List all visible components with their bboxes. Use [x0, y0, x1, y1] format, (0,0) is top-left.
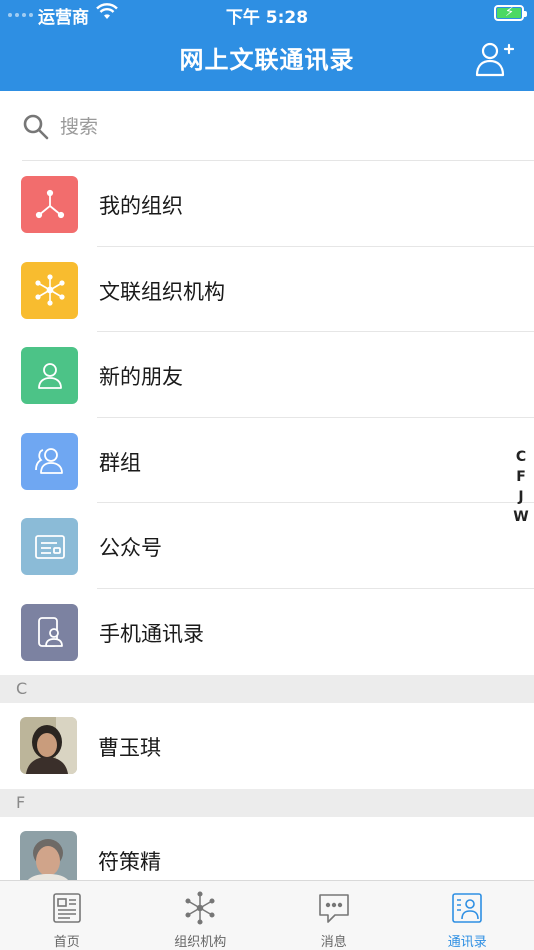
alphabet-index[interactable]: C F J W	[513, 447, 528, 527]
search-bar[interactable]	[0, 91, 534, 161]
status-bar: 运营商 下午 5:28 ⚡	[0, 0, 534, 28]
public-account-icon	[21, 518, 78, 575]
contact-row[interactable]: 曹玉琪	[0, 703, 534, 789]
network-icon	[21, 261, 78, 319]
menu-item-federation-organizations[interactable]: 文联组织机构	[0, 246, 534, 332]
tab-contacts[interactable]: 通讯录	[401, 881, 534, 950]
search-input[interactable]	[60, 111, 500, 143]
menu-item-label: 新的朋友	[99, 365, 183, 389]
index-letter-c[interactable]: C	[516, 447, 526, 467]
menu-item-label: 我的组织	[99, 194, 183, 218]
menu-item-my-organization[interactable]: 我的组织	[0, 161, 534, 247]
battery-icon: ⚡	[494, 5, 527, 21]
organization-network-icon	[183, 891, 217, 925]
menu-item-phone-contacts[interactable]: 手机通讯录	[0, 588, 534, 674]
status-time: 下午 5:28	[225, 8, 309, 28]
menu-item-label: 公众号	[99, 536, 162, 560]
group-icon	[21, 432, 78, 490]
menu-item-label: 文联组织机构	[99, 279, 225, 304]
person-icon	[21, 347, 78, 404]
search-icon	[22, 113, 50, 145]
menu-item-groups[interactable]: 群组	[0, 417, 534, 503]
tab-bar: 首页 组织机构 消息 通讯录	[0, 880, 534, 950]
contacts-icon	[450, 891, 484, 925]
tab-messages[interactable]: 消息	[267, 881, 401, 950]
tab-home[interactable]: 首页	[0, 881, 134, 950]
menu-item-label: 手机通讯录	[99, 621, 204, 646]
phone-contacts-icon	[21, 603, 78, 661]
header: 运营商 下午 5:28 ⚡ 网上文联通讯录	[0, 0, 534, 91]
message-icon	[317, 891, 351, 925]
index-letter-f[interactable]: F	[516, 467, 526, 487]
tab-label: 组织机构	[174, 935, 227, 950]
menu-item-public-accounts[interactable]: 公众号	[0, 503, 534, 589]
page-title: 网上文联通讯录	[179, 46, 355, 74]
tab-label: 首页	[53, 935, 80, 950]
tab-organization[interactable]: 组织机构	[134, 881, 268, 950]
avatar	[20, 717, 77, 774]
home-icon	[50, 891, 84, 925]
tab-label: 通讯录	[447, 935, 487, 950]
organization-icon	[21, 176, 78, 233]
index-letter-w[interactable]: W	[513, 507, 528, 527]
section-header-f: F	[0, 789, 534, 817]
menu-item-new-friends[interactable]: 新的朋友	[0, 332, 534, 418]
menu-item-label: 群组	[99, 450, 141, 475]
section-header-c: C	[0, 675, 534, 703]
contact-name: 符策精	[98, 850, 161, 874]
menu-list: 我的组织 文联组织机构 新的朋友 群组 公众号 手机通讯录	[0, 161, 534, 674]
contact-name: 曹玉琪	[98, 736, 161, 760]
tab-label: 消息	[320, 935, 347, 950]
add-contact-icon[interactable]	[474, 40, 515, 78]
index-letter-j[interactable]: J	[518, 487, 523, 507]
